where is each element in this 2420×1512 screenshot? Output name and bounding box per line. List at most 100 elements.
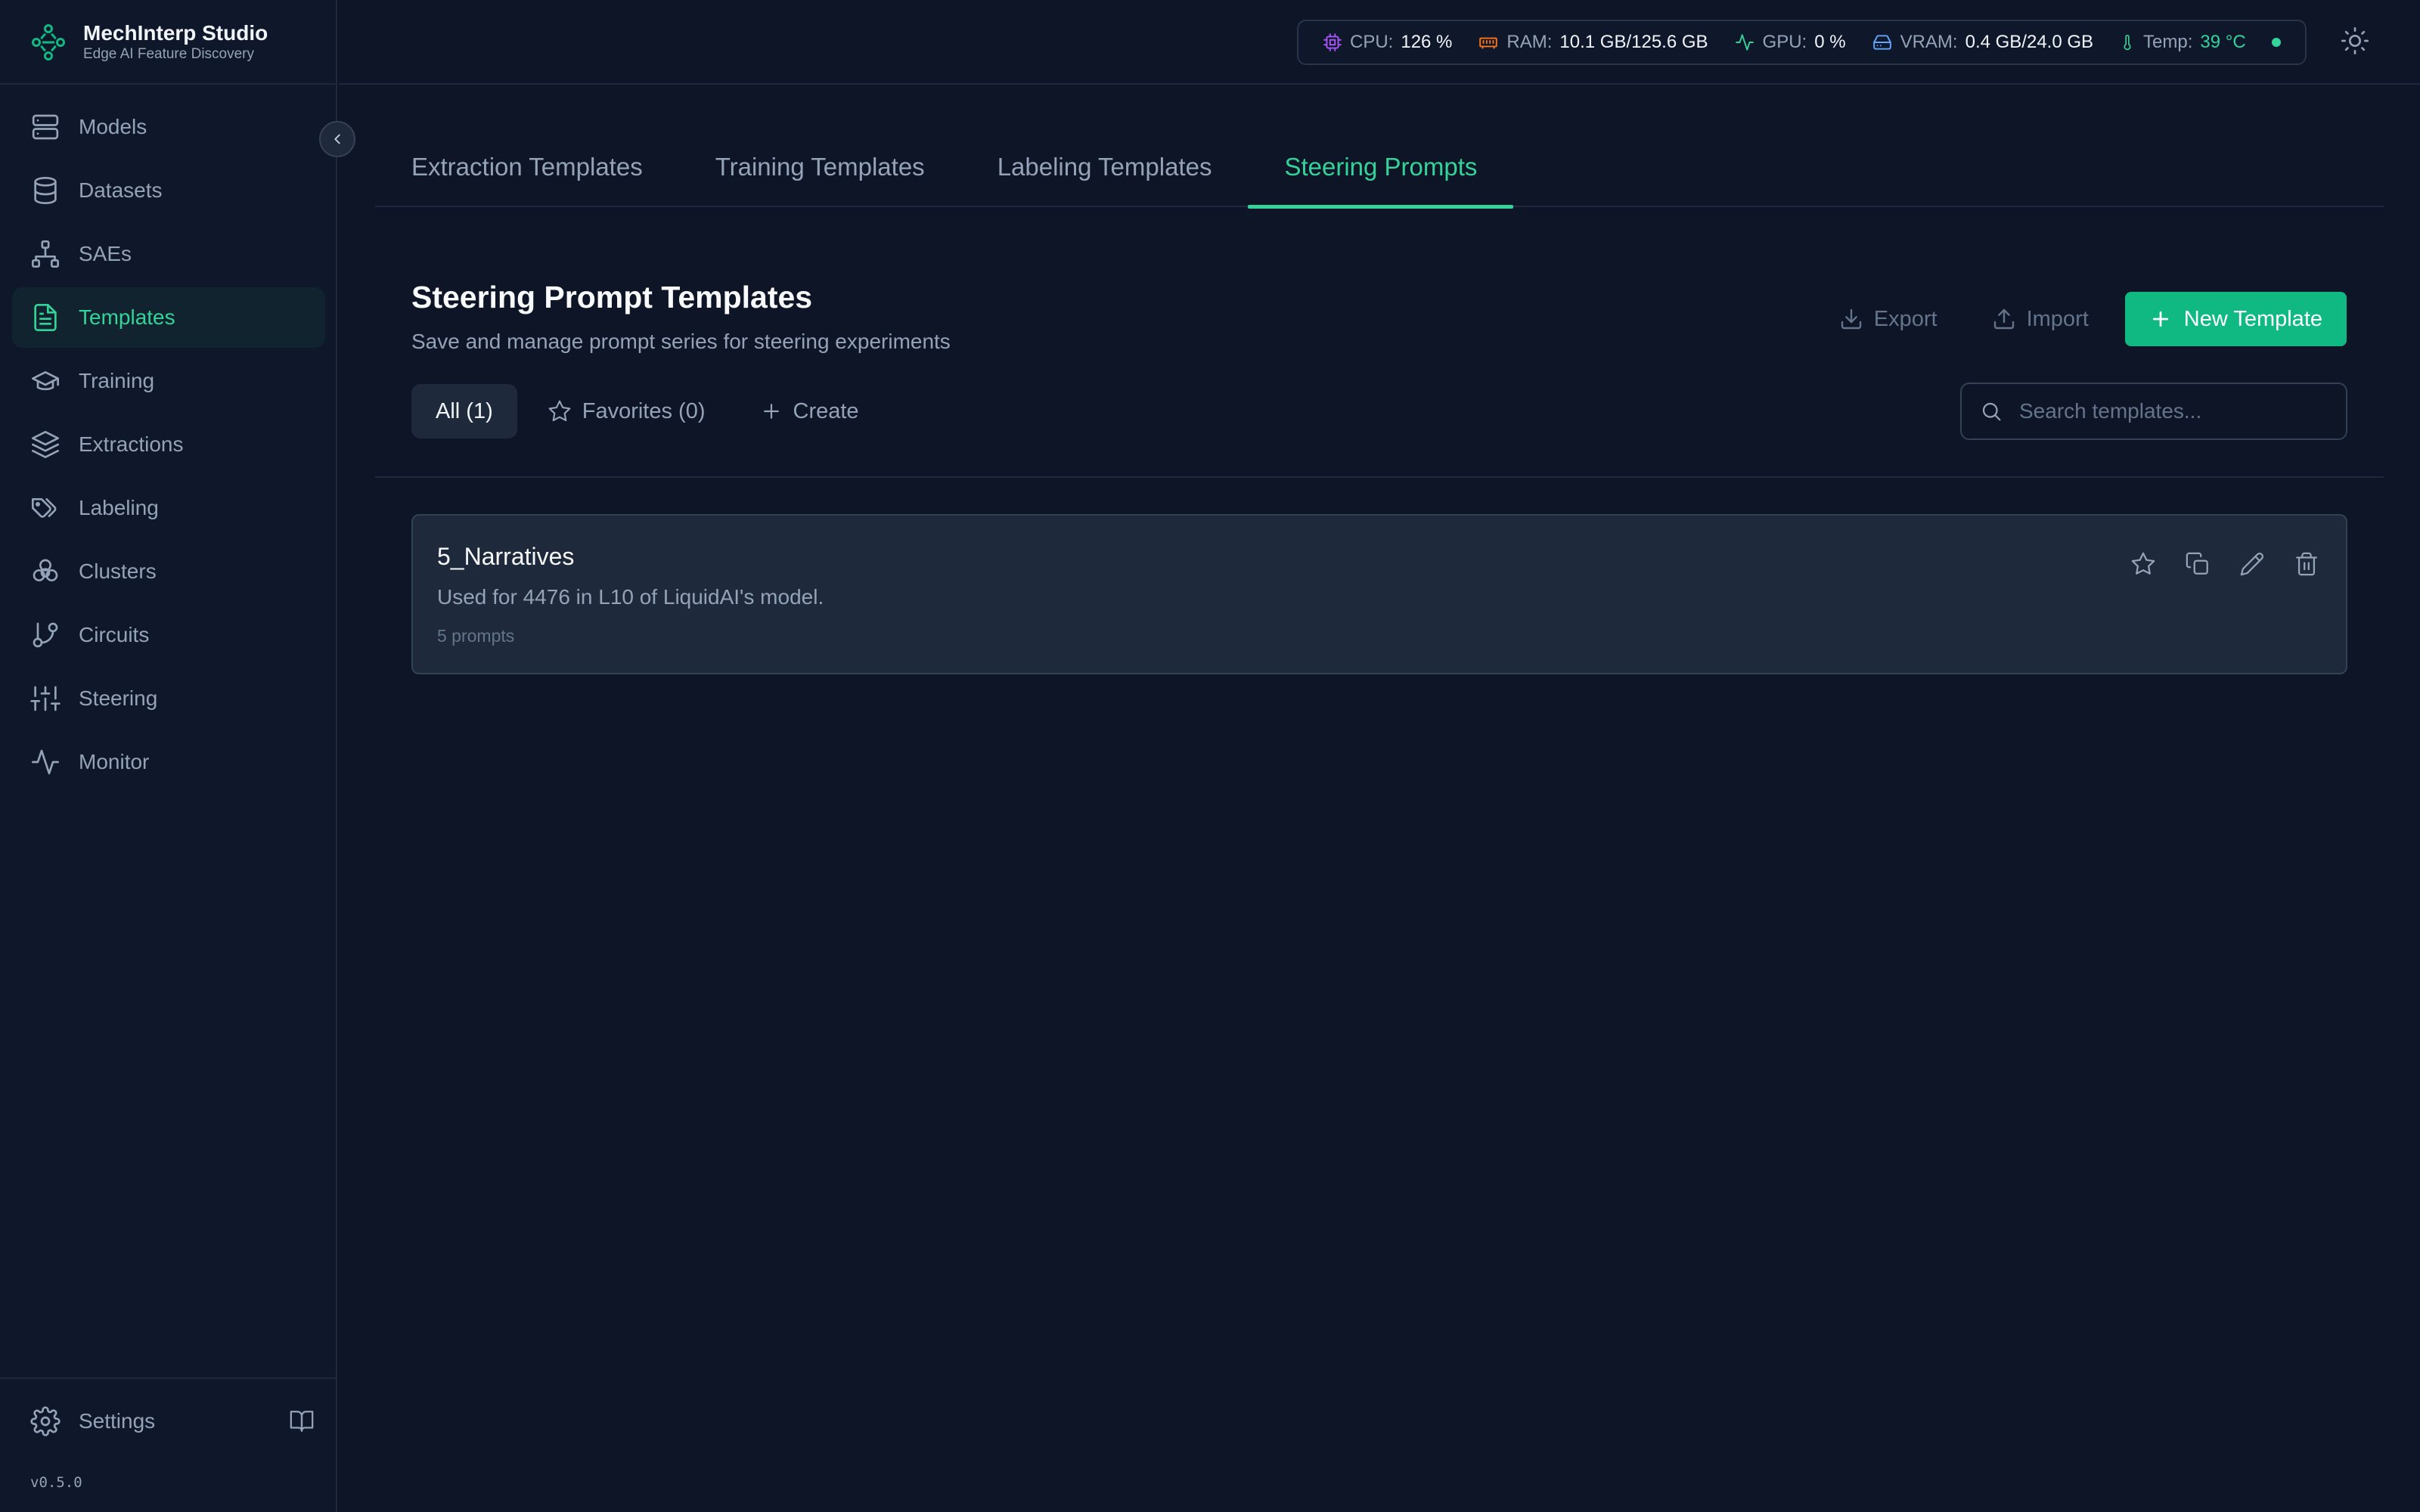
- download-icon: [1841, 308, 1861, 330]
- app-subtitle: Edge AI Feature Discovery: [83, 46, 254, 62]
- activity-icon: [1735, 34, 1754, 51]
- vram-label: VRAM:: [1900, 32, 1958, 52]
- sidebar-item-models[interactable]: Models: [12, 97, 325, 157]
- filter-bar: All (1) Favorites (0) Create: [411, 384, 883, 438]
- chevron-left-icon: [334, 134, 340, 144]
- duplicate-button[interactable]: [2183, 549, 2213, 579]
- sidebar-item-datasets[interactable]: Datasets: [12, 160, 325, 221]
- vram-stat: VRAM: 0.4 GB/24.0 GB: [1872, 32, 2093, 53]
- temp-value: 39 °C: [2200, 32, 2246, 52]
- filter-all-button[interactable]: All (1): [411, 384, 517, 438]
- edit-button[interactable]: [2237, 549, 2267, 579]
- settings-label: Settings: [79, 1409, 156, 1433]
- plus-icon: [2152, 311, 2168, 327]
- tab-extraction-templates[interactable]: Extraction Templates: [375, 136, 679, 207]
- memory-icon: [1479, 37, 1498, 49]
- tab-steering-prompts[interactable]: Steering Prompts: [1248, 136, 1514, 209]
- new-template-label: New Template: [2183, 306, 2322, 331]
- tab-training-templates[interactable]: Training Templates: [679, 136, 961, 207]
- sidebar-item-saes[interactable]: SAEs: [12, 224, 325, 284]
- sidebar-item-monitor[interactable]: Monitor: [12, 732, 325, 792]
- sidebar: MechInterp Studio Edge AI Feature Discov…: [0, 0, 337, 1512]
- search-icon: [1982, 402, 2001, 421]
- cpu-icon: [1323, 33, 1342, 51]
- sliders-icon: [30, 686, 60, 711]
- sidebar-item-label: Extractions: [79, 432, 184, 456]
- filter-favorites-button[interactable]: Favorites (0): [523, 384, 730, 438]
- thermometer-icon: [2124, 35, 2131, 51]
- circles-icon: [33, 559, 58, 581]
- sidebar-item-label: Clusters: [79, 559, 157, 583]
- top-bar: CPU: 126 % RAM: 10.1 GB/125.6 GB GPU: 0 …: [339, 0, 2420, 85]
- layers-icon: [32, 431, 59, 458]
- tab-labeling-templates[interactable]: Labeling Templates: [961, 136, 1249, 207]
- header-actions: Export Import New Template: [1821, 292, 2347, 346]
- file-text-icon: [34, 304, 57, 331]
- divider: [0, 1377, 337, 1379]
- temp-label: Temp:: [2143, 32, 2193, 52]
- template-actions: [2128, 549, 2322, 579]
- connection-status-dot: [2271, 38, 2281, 47]
- template-name: 5_Narratives: [437, 543, 575, 570]
- sidebar-item-label: SAEs: [79, 242, 132, 265]
- gear-icon: [30, 1406, 60, 1436]
- network-icon: [32, 240, 59, 268]
- sidebar-nav: Models Datasets SAEs Templates Training …: [12, 97, 325, 795]
- sidebar-item-extractions[interactable]: Extractions: [12, 414, 325, 475]
- new-template-button[interactable]: New Template: [2124, 292, 2347, 346]
- export-label: Export: [1873, 306, 1938, 331]
- star-icon: [2131, 552, 2155, 575]
- activity-icon: [32, 749, 59, 775]
- template-card[interactable]: 5_Narratives Used for 4476 in L10 of Liq…: [411, 514, 2347, 674]
- sidebar-item-clusters[interactable]: Clusters: [12, 541, 325, 602]
- filter-all-label: All (1): [436, 398, 493, 423]
- cpu-value: 126 %: [1401, 32, 1453, 52]
- create-label: Create: [793, 398, 859, 423]
- ram-stat: RAM: 10.1 GB/125.6 GB: [1478, 32, 1708, 53]
- cpu-stat: CPU: 126 %: [1323, 32, 1452, 53]
- logo-icon: [30, 23, 67, 62]
- hard-drive-icon: [1872, 35, 1891, 50]
- server-icon: [32, 114, 59, 140]
- export-button[interactable]: Export: [1821, 292, 1956, 346]
- plus-icon: [763, 404, 779, 419]
- database-icon: [34, 177, 57, 204]
- graduation-cap-icon: [32, 371, 59, 391]
- theme-toggle-button[interactable]: [2340, 26, 2370, 56]
- search-box: [1960, 383, 2347, 440]
- tags-icon: [32, 498, 57, 518]
- sidebar-item-training[interactable]: Training: [12, 351, 325, 411]
- filter-favorites-label: Favorites (0): [582, 398, 706, 423]
- sidebar-item-label: Labeling: [79, 496, 159, 519]
- ram-value: 10.1 GB/125.6 GB: [1559, 32, 1708, 52]
- git-branch-icon: [33, 622, 58, 648]
- sidebar-item-circuits[interactable]: Circuits: [12, 605, 325, 665]
- sidebar-item-templates[interactable]: Templates: [12, 287, 325, 348]
- copy-icon: [2186, 552, 2208, 575]
- docs-button[interactable]: [289, 1408, 315, 1434]
- template-description: Used for 4476 in L10 of LiquidAI's model…: [437, 585, 824, 609]
- page-title: Steering Prompt Templates: [411, 280, 813, 314]
- trash-icon: [2296, 552, 2317, 576]
- sidebar-item-label: Training: [79, 369, 155, 392]
- upload-icon: [1993, 308, 2014, 330]
- sidebar-item-settings[interactable]: Settings: [30, 1406, 315, 1436]
- collapse-sidebar-button[interactable]: [319, 121, 355, 157]
- sidebar-item-labeling[interactable]: Labeling: [12, 478, 325, 538]
- import-label: Import: [2026, 306, 2089, 331]
- search-input[interactable]: [2019, 399, 2337, 423]
- favorite-button[interactable]: [2128, 549, 2158, 579]
- divider: [0, 83, 337, 85]
- ram-label: RAM:: [1506, 32, 1553, 52]
- create-button[interactable]: Create: [736, 384, 883, 438]
- cpu-label: CPU:: [1350, 32, 1394, 52]
- page-subtitle: Save and manage prompt series for steeri…: [411, 330, 951, 353]
- sidebar-item-steering[interactable]: Steering: [12, 668, 325, 729]
- sidebar-item-label: Monitor: [79, 750, 150, 773]
- template-prompt-count: 5 prompts: [437, 626, 515, 646]
- delete-button[interactable]: [2291, 549, 2322, 579]
- brand[interactable]: MechInterp Studio Edge AI Feature Discov…: [27, 21, 268, 64]
- sidebar-item-label: Templates: [79, 305, 175, 329]
- import-button[interactable]: Import: [1974, 292, 2107, 346]
- book-open-icon: [290, 1411, 314, 1432]
